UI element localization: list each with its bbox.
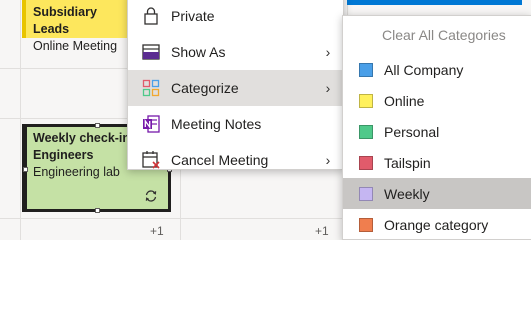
chevron-right-icon: › (325, 152, 331, 168)
category-label: Personal (384, 123, 440, 140)
chevron-right-icon: › (325, 80, 331, 96)
category-item-weekly[interactable]: Weekly (343, 178, 531, 209)
category-label: Online (384, 92, 425, 109)
category-color-swatch (359, 217, 373, 232)
category-item-online[interactable]: Online (343, 85, 531, 116)
recurring-icon (145, 190, 157, 202)
menu-item-show-as[interactable]: Show As › (128, 34, 343, 70)
event-context-menu: Private Show As › Categorize › Meeting N… (127, 0, 344, 170)
category-item-personal[interactable]: Personal (343, 116, 531, 147)
categorize-submenu: Clear All Categories All Company Online … (342, 15, 531, 240)
category-color-swatch (359, 62, 373, 77)
event-subtitle: Online Meeting (33, 39, 118, 53)
show-as-icon (141, 42, 161, 62)
cancel-meeting-icon (141, 150, 161, 170)
event-title: Subsidiary Leads (33, 5, 97, 36)
category-label: All Company (384, 61, 464, 78)
menu-item-categorize[interactable]: Categorize › (128, 70, 343, 106)
menu-item-label: Categorize (171, 80, 239, 96)
category-color-swatch (359, 124, 373, 139)
calendar-grid: Subsidiary Leads Online Meeting Weekly c… (0, 0, 531, 240)
category-color-swatch (359, 186, 373, 201)
menu-item-label: Private (171, 8, 215, 24)
category-label: Weekly (384, 185, 430, 202)
event-subsidiary-leads[interactable]: Subsidiary Leads Online Meeting (22, 0, 134, 53)
menu-item-meeting-notes[interactable]: Meeting Notes (128, 106, 343, 142)
category-color-swatch (359, 93, 373, 108)
category-label: Tailspin (384, 154, 431, 171)
resize-handle[interactable] (95, 123, 100, 128)
menu-item-label: Show As (171, 44, 226, 60)
category-label: Orange category (384, 216, 489, 233)
chevron-right-icon: › (325, 44, 331, 60)
more-events-link[interactable]: +1 (315, 224, 329, 238)
grid-line (20, 0, 21, 240)
menu-item-label: Meeting Notes (171, 116, 262, 132)
clear-all-categories-button[interactable]: Clear All Categories (343, 16, 531, 54)
more-events-link[interactable]: +1 (150, 224, 164, 238)
menu-item-cancel-meeting[interactable]: Cancel Meeting › (128, 142, 343, 178)
menu-item-label: Cancel Meeting (171, 152, 269, 168)
resize-handle[interactable] (95, 208, 100, 213)
categorize-icon (141, 78, 161, 98)
category-item-all-company[interactable]: All Company (343, 54, 531, 85)
category-item-tailspin[interactable]: Tailspin (343, 147, 531, 178)
lock-icon (141, 6, 161, 26)
category-item-orange[interactable]: Orange category (343, 209, 531, 240)
onenote-icon (141, 114, 161, 134)
menu-item-private[interactable]: Private (128, 0, 343, 34)
resize-handle[interactable] (23, 167, 28, 172)
selection-bar (347, 0, 522, 5)
category-color-swatch (359, 155, 373, 170)
